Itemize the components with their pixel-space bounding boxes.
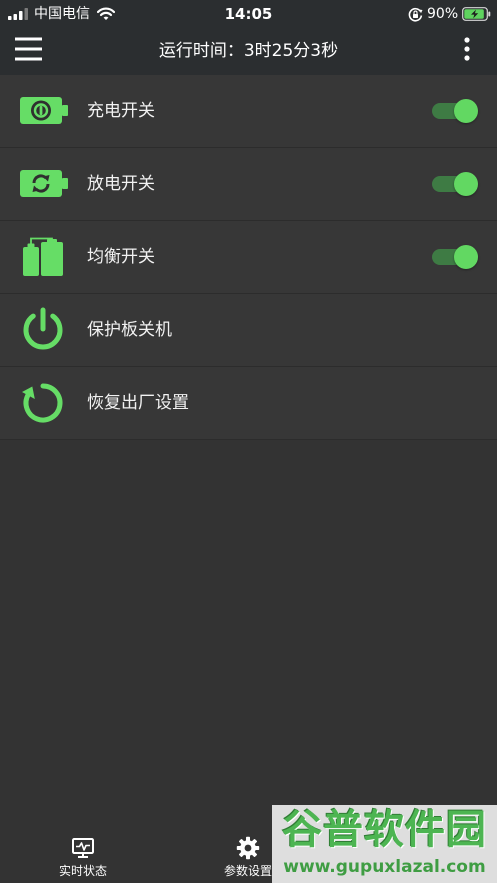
list-item-label: 放电开关 [87,174,155,194]
battery-discharge-icon [18,158,70,210]
page-title: 运行时间：3时25分3秒 [158,41,339,61]
discharge-switch-toggle[interactable] [430,169,480,199]
list-item-label: 充电开关 [87,101,155,121]
app-header: 运行时间：3时25分3秒 [0,28,497,75]
orientation-lock-icon [408,7,423,22]
list-item-factory-reset[interactable]: 恢复出厂设置 [0,367,497,440]
list-item-label: 恢复出厂设置 [87,393,189,413]
list-item-discharge-switch: 放电开关 [0,148,497,221]
more-vertical-icon [464,37,470,61]
battery-charge-icon [18,85,70,137]
tab-label: 实时状态 [58,864,107,878]
monitor-icon [72,838,94,858]
power-icon [18,304,70,356]
toggle-knob [454,99,478,123]
charge-switch-toggle[interactable] [430,96,480,126]
more-options-button[interactable] [455,34,479,70]
battery-charging-icon [462,7,491,21]
toggle-knob [454,245,478,269]
gear-icon [236,836,260,860]
toggle-knob [454,172,478,196]
tab-realtime-status[interactable]: 实时状态 [43,836,123,882]
status-bar: 中国电信 14:05 90% [0,0,497,28]
factory-reset-icon [18,377,70,429]
cell-balance-icon [18,231,70,283]
balance-switch-toggle[interactable] [430,242,480,272]
list-item-balance-switch: 均衡开关 [0,221,497,294]
list-item-label: 均衡开关 [87,247,155,267]
list-item-label: 保护板关机 [87,320,172,340]
list-item-charge-switch: 充电开关 [0,75,497,148]
watermark-title: 谷普软件园 [282,807,487,853]
list-item-board-shutdown[interactable]: 保护板关机 [0,294,497,367]
battery-percent: 90% [427,6,459,22]
watermark-url: www.gupuxlazal.com [283,857,486,877]
site-watermark: 谷普软件园 www.gupuxlazal.com [272,805,497,883]
